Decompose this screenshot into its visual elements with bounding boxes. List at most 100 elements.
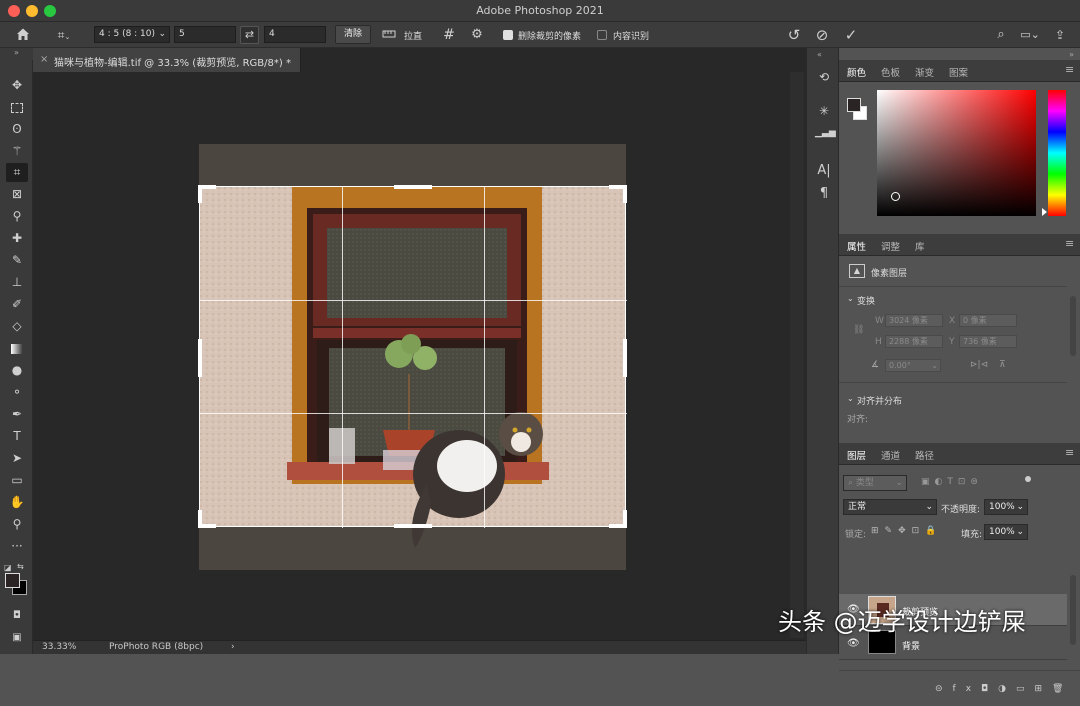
straighten-icon[interactable] [380, 27, 398, 43]
delete-cropped-checkbox[interactable] [503, 30, 513, 40]
blur-tool-icon[interactable]: ● [6, 361, 28, 380]
path-select-tool-icon[interactable]: ➤ [6, 449, 28, 468]
quick-mask-icon[interactable]: ◘ [6, 606, 28, 625]
panels-collapse-icon[interactable]: » [1069, 50, 1074, 59]
chevron-down-icon[interactable]: ⌄ [847, 294, 854, 303]
zoom-tool-icon[interactable]: ⚲ [6, 515, 28, 534]
lasso-tool-icon[interactable]: ʘ [6, 120, 28, 139]
height-field[interactable]: 2288 像素 [885, 335, 943, 348]
close-tab-icon[interactable]: × [40, 54, 48, 65]
character-icon[interactable]: A| [815, 163, 833, 181]
lock-icons[interactable]: ⊞✎✥⊡🔒 [871, 526, 942, 536]
workspace-icon[interactable]: ▭⌄ [1018, 26, 1042, 44]
panel-menu-icon[interactable]: ≡ [1065, 63, 1074, 76]
hand-tool-icon[interactable]: ✋ [6, 493, 28, 512]
more-tools-icon[interactable]: ··· [6, 537, 28, 556]
history-brush-tool-icon[interactable]: ✐ [6, 295, 28, 314]
gear-icon[interactable]: ⚙ [468, 26, 486, 44]
flip-horizontal-icon[interactable]: ⊳|⊲ [970, 360, 988, 370]
document-tab[interactable]: × 猫咪与植物-编辑.tif @ 33.3% (裁剪预览, RGB/8*) * [33, 48, 301, 72]
align-section-title[interactable]: 对齐并分布 [857, 394, 902, 407]
filter-toggle[interactable] [1025, 476, 1031, 482]
blend-mode-select[interactable]: 正常 ⌄ [843, 499, 937, 515]
dodge-tool-icon[interactable]: ⚬ [6, 383, 28, 402]
fill-field[interactable]: 100% ⌄ [984, 524, 1028, 540]
x-field[interactable]: 0 像素 [959, 314, 1017, 327]
opacity-field[interactable]: 100% ⌄ [984, 499, 1028, 515]
content-aware-checkbox[interactable] [597, 30, 607, 40]
layer-filter-icons[interactable]: ▣◐T⊡⊜ [921, 477, 983, 487]
healing-brush-tool-icon[interactable]: ✚ [6, 229, 28, 248]
swap-dimensions-icon[interactable]: ⇄ [240, 26, 259, 44]
search-icon[interactable]: ⌕ [992, 25, 1010, 45]
commit-crop-icon[interactable]: ✓ [841, 25, 861, 45]
tab-channels[interactable]: 通道 [881, 448, 900, 462]
link-icon[interactable]: ⛓ [853, 325, 864, 335]
default-colors-icon[interactable]: ◪ [4, 563, 12, 572]
rectangle-tool-icon[interactable]: ▭ [6, 471, 28, 490]
crop-handle-left[interactable] [198, 339, 202, 377]
ratio-preset-select[interactable]: 4 : 5 (8 : 10) ⌄ [94, 26, 170, 43]
properties-scrollbar[interactable] [1070, 296, 1076, 356]
layer-actions-icons[interactable]: ⊝fx◘◑▭⊞🗑 [935, 684, 1073, 694]
crop-width-input[interactable]: 5 [174, 26, 236, 43]
straighten-label[interactable]: 拉直 [404, 29, 422, 42]
paragraph-icon[interactable]: ¶ [815, 186, 833, 204]
transform-section-title[interactable]: 变换 [857, 294, 875, 307]
marquee-tool-icon[interactable] [6, 98, 28, 117]
crop-height-input[interactable]: 4 [264, 26, 326, 43]
tab-swatches[interactable]: 色板 [881, 65, 900, 79]
overlay-grid-icon[interactable]: # [440, 26, 458, 44]
swap-colors-icon[interactable]: ⇆ [17, 562, 24, 571]
layer-filter-select[interactable]: ⌕ 类型 ⌄ [843, 475, 907, 491]
width-field[interactable]: 3024 像素 [885, 314, 943, 327]
clone-stamp-tool-icon[interactable]: ⊥ [6, 273, 28, 292]
crop-tool-icon[interactable]: ⌗ [6, 163, 28, 182]
flip-vertical-icon[interactable]: ⊼ [999, 360, 1006, 370]
hue-slider-thumb[interactable] [1042, 208, 1047, 216]
move-tool-icon[interactable]: ✥ [6, 76, 28, 95]
crop-handle-top[interactable] [394, 185, 432, 189]
brush-tool-icon[interactable]: ✎ [6, 251, 28, 270]
tab-libraries[interactable]: 库 [915, 239, 925, 253]
histogram-icon[interactable]: ▁▃▅ [815, 128, 836, 142]
tab-adjustments[interactable]: 调整 [881, 239, 900, 253]
eyedropper-tool-icon[interactable]: ⚲ [6, 207, 28, 226]
eye-icon[interactable]: 👁 [847, 638, 860, 649]
dock-collapse-icon[interactable]: « [817, 50, 822, 59]
chevron-down-icon[interactable]: ⌄ [847, 394, 854, 403]
tab-layers[interactable]: 图层 [847, 448, 866, 462]
zoom-level[interactable]: 33.33% [42, 642, 76, 652]
pen-tool-icon[interactable]: ✒ [6, 405, 28, 424]
tab-paths[interactable]: 路径 [915, 448, 934, 462]
tab-gradients[interactable]: 渐变 [915, 65, 934, 79]
panel-menu-icon[interactable]: ≡ [1065, 446, 1074, 459]
tab-color[interactable]: 颜色 [847, 65, 866, 79]
layers-scrollbar[interactable] [1070, 575, 1076, 645]
vertical-scrollbar[interactable] [790, 72, 804, 638]
history-icon[interactable]: ⟲ [815, 70, 833, 88]
panel-fg-swatch[interactable] [847, 98, 861, 112]
status-menu-arrow[interactable]: › [231, 642, 235, 652]
tab-properties[interactable]: 属性 [847, 239, 866, 253]
y-field[interactable]: 736 像素 [959, 335, 1017, 348]
color-picker-cursor[interactable] [891, 192, 900, 201]
eraser-tool-icon[interactable]: ◇ [6, 317, 28, 336]
brush-settings-icon[interactable]: ✳ [815, 104, 833, 122]
screen-mode-icon[interactable]: ▣ [6, 628, 28, 647]
crop-tool-preset-icon[interactable]: ⌗⌄ [50, 27, 78, 43]
crop-handle-right[interactable] [623, 339, 627, 377]
tab-patterns[interactable]: 图案 [949, 65, 968, 79]
toolbar-collapse-icon[interactable]: » [0, 48, 33, 60]
hue-slider[interactable] [1048, 90, 1066, 216]
crop-handle-bottom[interactable] [394, 524, 432, 528]
home-icon[interactable] [14, 26, 32, 42]
type-tool-icon[interactable]: T [6, 427, 28, 446]
foreground-color-swatch[interactable] [5, 573, 20, 588]
cancel-crop-icon[interactable]: ⊘ [812, 25, 832, 45]
share-icon[interactable]: ⇪ [1050, 26, 1070, 44]
crop-box[interactable] [198, 185, 627, 528]
frame-tool-icon[interactable]: ⊠ [6, 185, 28, 204]
angle-field[interactable]: 0.00° ⌄ [885, 359, 941, 372]
reset-crop-icon[interactable]: ↺ [784, 25, 804, 45]
